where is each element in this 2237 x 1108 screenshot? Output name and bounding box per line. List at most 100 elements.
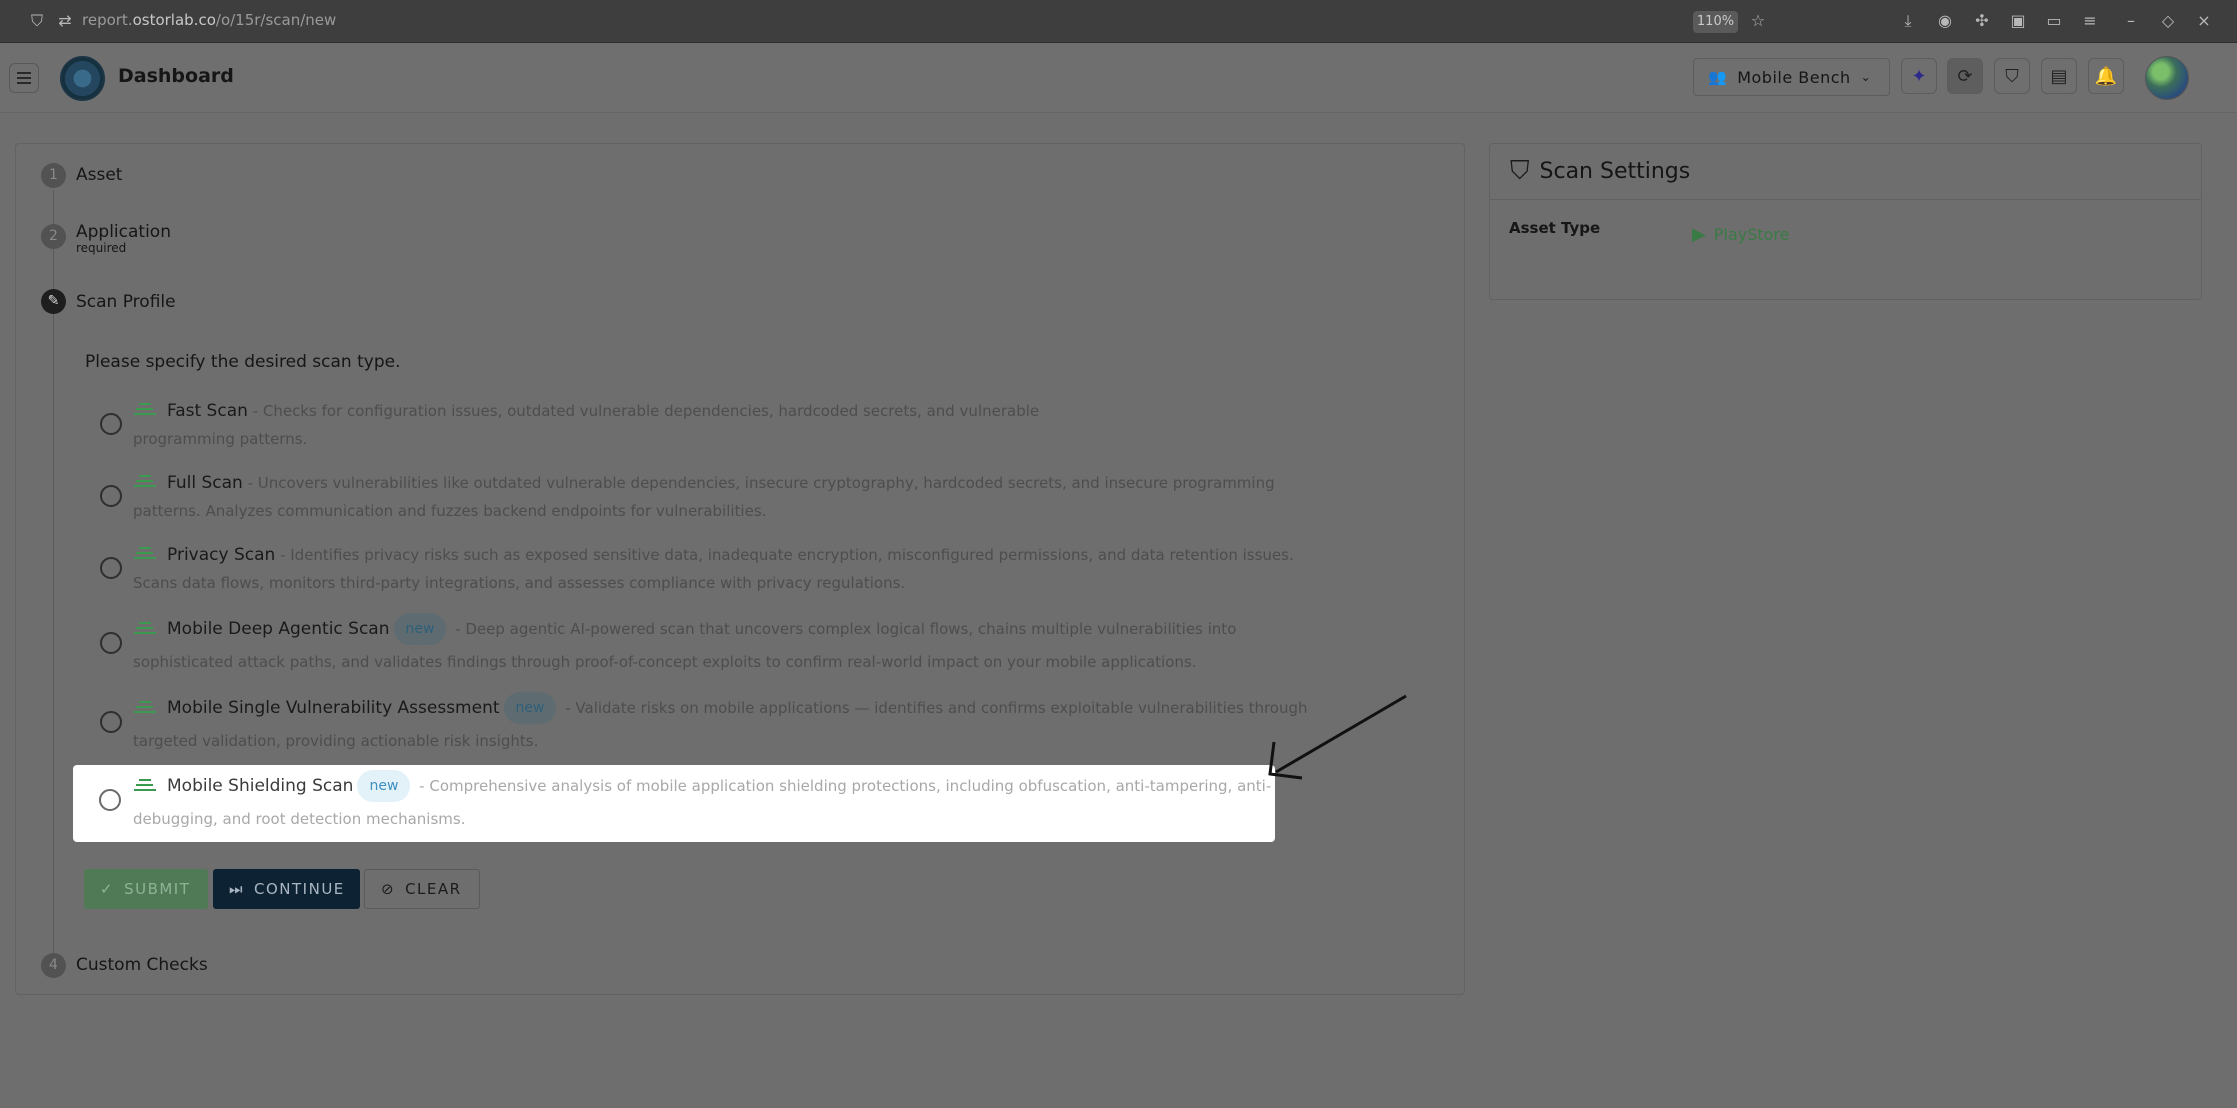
step-scan-profile-label[interactable]: Scan Profile xyxy=(76,292,176,312)
shield-check-icon: ⛉ xyxy=(1510,156,1530,186)
submit-button[interactable]: ✓ SUBMIT xyxy=(84,869,208,909)
option-title: Mobile Shielding Scan xyxy=(167,776,354,796)
group-icon: 👥 xyxy=(1708,68,1728,86)
scan-settings-title: Scan Settings xyxy=(1539,159,1691,184)
permissions-icon[interactable]: ⇄ xyxy=(54,10,76,32)
security-button[interactable]: ⛉ xyxy=(1994,58,2030,94)
option-description: - Comprehensive analysis of mobile appli… xyxy=(414,777,1272,795)
option-description-line2: debugging, and root detection mechanisms… xyxy=(133,810,466,828)
zoom-level[interactable]: 110% xyxy=(1693,11,1738,33)
sparkle-icon: ✦ xyxy=(1911,65,1927,87)
bookmark-star-icon[interactable]: ☆ xyxy=(1747,10,1769,32)
url-path: /o/15r/scan/new xyxy=(215,11,337,29)
new-badge: new xyxy=(357,770,411,802)
ai-sparkle-button[interactable]: ✦ xyxy=(1901,58,1937,94)
logo[interactable] xyxy=(60,56,105,101)
step-scan-profile-edit-icon: ✎ xyxy=(41,289,66,314)
asset-type-label: Asset Type xyxy=(1509,219,1601,237)
privacy-scan-option[interactable]: Privacy Scan - Identifies privacy risks … xyxy=(167,545,1294,565)
url-domain: ostorlab.co xyxy=(132,11,216,29)
check-icon: ✓ xyxy=(100,880,115,898)
bell-icon: 🔔 xyxy=(2094,65,2118,87)
scan-type-prompt: Please specify the desired scan type. xyxy=(85,352,401,372)
organization-name: Mobile Bench xyxy=(1737,67,1851,87)
full-scan-radio[interactable] xyxy=(100,485,122,507)
option-description: - Uncovers vulnerabilities like outdated… xyxy=(242,474,1275,492)
shield-icon[interactable]: ⛉ xyxy=(26,10,48,32)
app-header: Dashboard 👥 Mobile Bench ⌄ ✦ ⟳ ⛉ ▤ 🔔 xyxy=(0,43,2237,113)
clear-label: CLEAR xyxy=(405,880,462,898)
deep-agentic-scan-radio[interactable] xyxy=(100,632,122,654)
full-scan-option[interactable]: Full Scan - Uncovers vulnerabilities lik… xyxy=(167,473,1275,493)
scan-settings-header: ⛉ Scan Settings xyxy=(1490,144,2201,200)
step-application-label[interactable]: Application xyxy=(76,222,171,242)
app-menu-icon[interactable]: ≡ xyxy=(2079,10,2101,32)
url-bar[interactable]: report.ostorlab.co/o/15r/scan/new xyxy=(82,11,336,29)
sidebar-icon[interactable]: ▭ xyxy=(2043,10,2065,32)
chevron-down-icon: ⌄ xyxy=(1860,70,1872,84)
step-custom-checks-label[interactable]: Custom Checks xyxy=(76,955,208,975)
shielding-scan-radio[interactable] xyxy=(99,789,121,811)
option-description: - Validate risks on mobile applications … xyxy=(560,699,1308,717)
scan-settings-card: ⛉ Scan Settings Asset Type ▶ PlayStore xyxy=(1489,143,2202,300)
step-custom-checks-number: 4 xyxy=(41,953,66,978)
id-card-icon: ▤ xyxy=(2050,65,2068,87)
new-badge: new xyxy=(393,613,447,645)
scan-layers-icon xyxy=(134,475,156,493)
avatar[interactable] xyxy=(2145,56,2189,100)
option-title: Full Scan xyxy=(167,473,243,493)
step-asset-number: 1 xyxy=(41,163,66,188)
notifications-button[interactable]: 🔔 xyxy=(2088,58,2124,94)
continue-label: CONTINUE xyxy=(254,880,345,898)
option-description-line2: programming patterns. xyxy=(133,430,308,448)
fast-scan-radio[interactable] xyxy=(100,413,122,435)
scan-layers-icon xyxy=(134,779,156,797)
playstore-icon: ▶ xyxy=(1692,224,1706,245)
step-application-number: 2 xyxy=(41,224,66,249)
shielding-scan-option[interactable]: Mobile Shielding Scan new - Comprehensive… xyxy=(167,770,1271,802)
container-icon[interactable]: ▣ xyxy=(2007,10,2029,32)
scan-layers-icon xyxy=(134,622,156,640)
hamburger-menu-button[interactable] xyxy=(9,63,39,93)
option-description-line2: Scans data flows, monitors third-party i… xyxy=(133,574,906,592)
option-description: - Checks for configuration issues, outda… xyxy=(247,402,1040,420)
option-description-line2: targeted validation, providing actionabl… xyxy=(133,732,539,750)
privacy-scan-radio[interactable] xyxy=(100,557,122,579)
scan-stepper-card xyxy=(15,143,1465,995)
annotation-arrow xyxy=(1268,694,1407,780)
page-title: Dashboard xyxy=(118,65,234,87)
restore-icon[interactable]: ◇ xyxy=(2157,10,2179,32)
shield-outline-icon: ⛉ xyxy=(2005,65,2019,87)
account-icon[interactable]: ◉ xyxy=(1934,10,1956,32)
organization-select[interactable]: 👥 Mobile Bench ⌄ xyxy=(1693,58,1890,96)
fast-scan-option[interactable]: Fast Scan - Checks for configuration iss… xyxy=(167,401,1039,421)
new-scan-button[interactable]: ⟳ xyxy=(1947,58,1983,94)
minimize-icon[interactable]: – xyxy=(2120,10,2142,32)
option-description: - Deep agentic AI-powered scan that unco… xyxy=(450,620,1237,638)
single-vulnerability-option[interactable]: Mobile Single Vulnerability Assessment ne… xyxy=(167,692,1308,724)
extensions-icon[interactable]: ✣ xyxy=(1971,10,1993,32)
close-window-icon[interactable]: × xyxy=(2193,10,2215,32)
profile-card-button[interactable]: ▤ xyxy=(2041,58,2077,94)
continue-button[interactable]: ⏭ CONTINUE xyxy=(213,869,360,909)
hamburger-icon xyxy=(17,77,31,79)
scan-layers-icon xyxy=(134,547,156,565)
submit-label: SUBMIT xyxy=(124,880,191,898)
scan-add-icon: ⟳ xyxy=(1957,65,1973,87)
block-icon: ⊘ xyxy=(381,880,396,898)
option-description-line2: sophisticated attack paths, and validate… xyxy=(133,653,1197,671)
option-title: Mobile Deep Agentic Scan xyxy=(167,619,390,639)
clear-button[interactable]: ⊘ CLEAR xyxy=(364,869,480,909)
new-badge: new xyxy=(503,692,557,724)
single-vulnerability-radio[interactable] xyxy=(100,711,122,733)
option-description-line2: patterns. Analyzes communication and fuz… xyxy=(133,502,767,520)
asset-type-value: ▶ PlayStore xyxy=(1692,224,1790,245)
option-title: Fast Scan xyxy=(167,401,248,421)
scan-layers-icon xyxy=(134,403,156,421)
step-asset-label[interactable]: Asset xyxy=(76,165,122,185)
skip-next-icon: ⏭ xyxy=(229,880,245,898)
downloads-icon[interactable]: ⤓ xyxy=(1897,10,1919,32)
url-prefix: report. xyxy=(82,11,133,29)
option-description: - Identifies privacy risks such as expos… xyxy=(275,546,1294,564)
deep-agentic-scan-option[interactable]: Mobile Deep Agentic Scan new - Deep agent… xyxy=(167,613,1236,645)
